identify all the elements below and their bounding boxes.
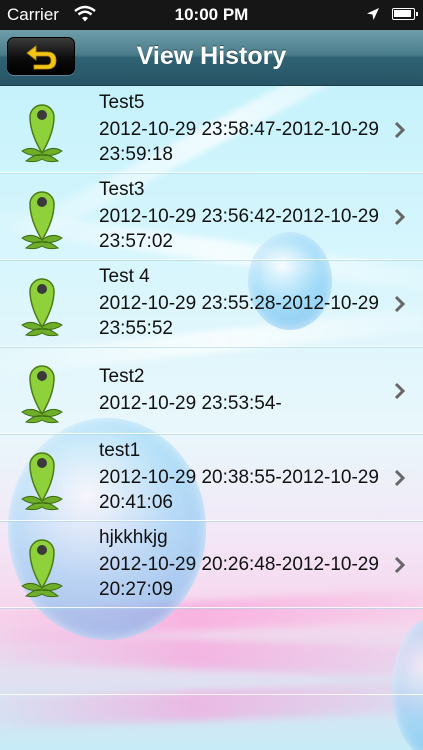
chevron-right-icon (394, 121, 406, 139)
history-name: test1 (99, 440, 141, 461)
history-time-range: 2012-10-29 23:53:54- (99, 393, 282, 414)
empty-list-row (0, 608, 423, 695)
history-row[interactable]: Test 4 2012-10-29 23:55:28-2012-10-29 23… (0, 260, 423, 347)
page-title: View History (136, 42, 287, 70)
history-row[interactable]: Test2 2012-10-29 23:53:54- (0, 347, 423, 434)
location-arrow-icon (367, 8, 379, 20)
chevron-right-icon (394, 295, 406, 313)
map-pin-icon (21, 452, 63, 511)
status-bar: Carrier 10:00 PM (0, 0, 423, 30)
history-row[interactable]: Test3 2012-10-29 23:56:42-2012-10-29 23:… (0, 173, 423, 260)
history-row[interactable]: test1 2012-10-29 20:38:55-2012-10-29 20:… (0, 434, 423, 521)
map-pin-icon (21, 539, 63, 598)
chevron-right-icon (394, 469, 406, 487)
history-name: Test3 (99, 179, 145, 200)
history-list: Test5 2012-10-29 23:58:47-2012-10-29 23:… (0, 86, 423, 695)
map-pin-icon (21, 104, 63, 163)
history-time-range: 2012-10-29 23:55:28-2012-10-29 23:55:52 (99, 293, 379, 339)
chevron-right-icon (394, 556, 406, 574)
chevron-right-icon (394, 382, 406, 400)
history-time-range: 2012-10-29 20:38:55-2012-10-29 20:41:06 (99, 467, 379, 513)
map-pin-icon (21, 191, 63, 250)
history-time-range: 2012-10-29 20:26:48-2012-10-29 20:27:09 (99, 554, 379, 600)
battery-icon (392, 8, 418, 20)
navigation-bar: View History (0, 30, 423, 86)
history-row[interactable]: hjkkhkjg 2012-10-29 20:26:48-2012-10-29 … (0, 521, 423, 608)
history-name: Test5 (99, 92, 145, 113)
chevron-right-icon (394, 208, 406, 226)
history-time-range: 2012-10-29 23:58:47-2012-10-29 23:59:18 (99, 119, 379, 165)
history-row[interactable]: Test5 2012-10-29 23:58:47-2012-10-29 23:… (0, 86, 423, 173)
history-name: Test2 (99, 366, 145, 387)
history-time-range: 2012-10-29 23:56:42-2012-10-29 23:57:02 (99, 206, 379, 252)
status-time: 10:00 PM (174, 5, 249, 24)
map-pin-icon (21, 365, 63, 424)
history-name: Test 4 (99, 266, 150, 287)
history-name: hjkkhkjg (99, 527, 168, 548)
map-pin-icon (21, 278, 63, 337)
